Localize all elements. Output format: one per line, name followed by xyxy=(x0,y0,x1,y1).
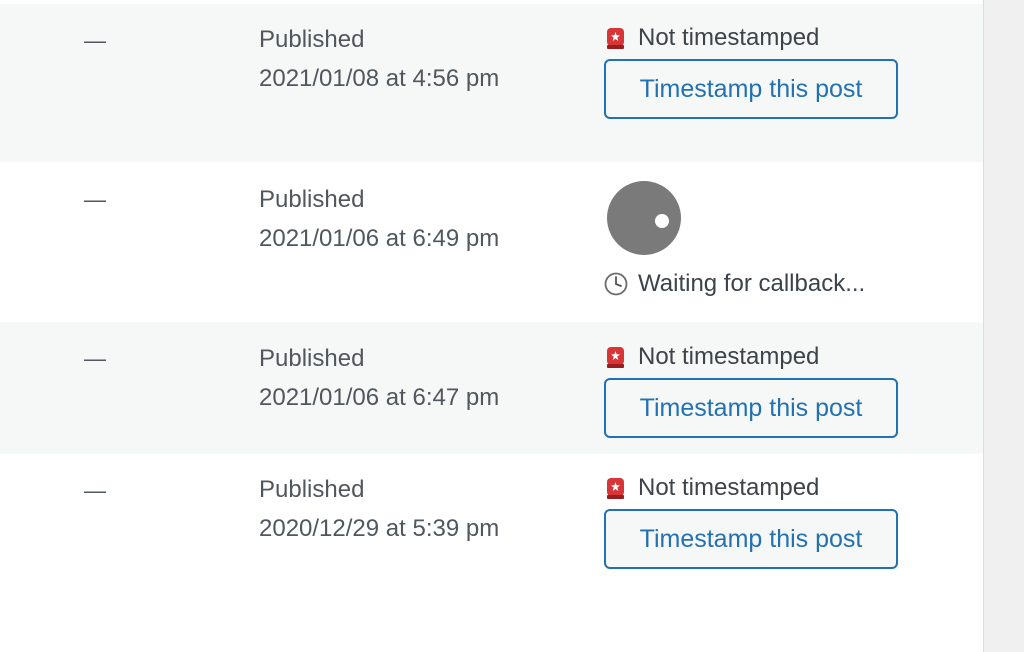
post-status: Published xyxy=(259,26,365,53)
vertical-scrollbar[interactable] xyxy=(983,0,1024,652)
table-row: — Published 2021/01/06 at 6:49 pm xyxy=(0,162,983,322)
timestamp-post-button[interactable]: Timestamp this post xyxy=(604,59,898,119)
post-date: 2021/01/08 at 4:56 pm xyxy=(259,65,500,92)
post-status-cell: Published 2021/01/06 at 6:49 pm xyxy=(259,180,499,258)
timestamp-status-label: Not timestamped xyxy=(638,474,820,501)
post-date: 2021/01/06 at 6:47 pm xyxy=(259,384,500,411)
post-status: Published xyxy=(259,186,365,213)
alert-siren-icon xyxy=(606,26,625,50)
spinner-icon xyxy=(607,181,681,255)
author-placeholder: — xyxy=(84,187,106,212)
post-date: 2021/01/06 at 6:49 pm xyxy=(259,225,500,252)
timestamp-status-label: Waiting for callback... xyxy=(638,270,866,297)
author-placeholder: — xyxy=(84,478,106,503)
post-status-cell: Published 2020/12/29 at 5:39 pm xyxy=(259,470,499,548)
timestamp-post-button[interactable]: Timestamp this post xyxy=(604,378,898,438)
author-placeholder: — xyxy=(84,346,106,371)
posts-list-frame: — Published 2021/01/08 at 4:56 pm Not ti… xyxy=(0,0,1024,652)
post-status: Published xyxy=(259,345,365,372)
timestamp-status: Not timestamped xyxy=(606,474,819,502)
clock-icon xyxy=(604,272,628,296)
timestamp-post-button[interactable]: Timestamp this post xyxy=(604,509,898,569)
post-date: 2020/12/29 at 5:39 pm xyxy=(259,515,500,542)
post-status-cell: Published 2021/01/06 at 6:47 pm xyxy=(259,339,499,417)
timestamp-status: Not timestamped xyxy=(606,24,819,52)
spinner-dot xyxy=(655,214,669,228)
alert-siren-icon xyxy=(606,345,625,369)
post-status-cell: Published 2021/01/08 at 4:56 pm xyxy=(259,20,499,98)
timestamp-status-label: Not timestamped xyxy=(638,343,820,370)
timestamp-status: Not timestamped xyxy=(606,343,819,371)
post-status: Published xyxy=(259,476,365,503)
table-row: — Published 2021/01/08 at 4:56 pm Not ti… xyxy=(0,4,983,162)
timestamp-status: Waiting for callback... xyxy=(604,270,865,298)
posts-table: — Published 2021/01/08 at 4:56 pm Not ti… xyxy=(0,0,983,652)
timestamp-status-label: Not timestamped xyxy=(638,24,820,51)
author-placeholder: — xyxy=(84,28,106,53)
table-row: — Published 2021/01/06 at 6:47 pm Not ti… xyxy=(0,322,983,454)
alert-siren-icon xyxy=(606,476,625,500)
table-row: — Published 2020/12/29 at 5:39 pm Not ti… xyxy=(0,454,983,652)
